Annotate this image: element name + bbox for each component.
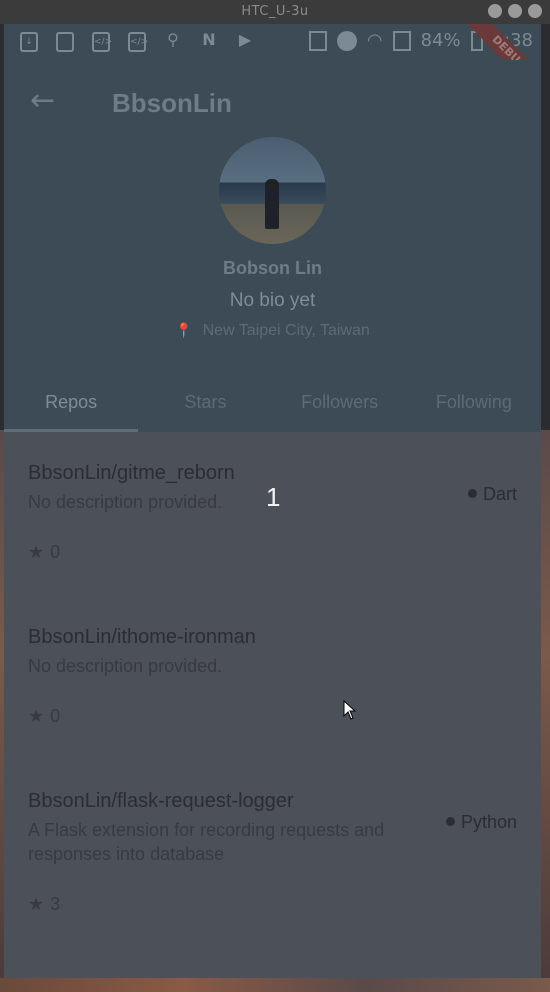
tab-followers[interactable]: Followers	[273, 378, 407, 432]
repo-description: A Flask extension for recording requests…	[28, 820, 385, 864]
tap-counter-overlay: 1	[266, 482, 281, 512]
repo-list-item[interactable]: BbsonLin/ithome-ironman No description p…	[4, 596, 541, 760]
repo-name: BbsonLin/gitme_reborn	[28, 462, 235, 484]
repo-description: No description provided.	[28, 492, 223, 512]
close-button[interactable]	[528, 4, 542, 18]
notification-icons: ↓ </> </> ⚲ N ▶	[20, 32, 254, 52]
repo-name: BbsonLin/flask-request-logger	[28, 790, 294, 812]
star-count: 3	[50, 894, 61, 914]
avatar	[219, 137, 326, 244]
repo-stars: ★ 0	[28, 542, 60, 563]
emulator-title-bar: HTC_U-3u	[0, 0, 550, 24]
profile-header: ← BbsonLin Bobson Lin No bio yet 📍 New Ta…	[4, 60, 541, 432]
tab-stars[interactable]: Stars	[138, 378, 272, 432]
repo-name: BbsonLin/ithome-ironman	[28, 626, 256, 648]
desktop-background-bottom	[0, 978, 550, 992]
desktop-background-right	[540, 430, 550, 992]
screenshot-icon	[56, 32, 74, 52]
battery-level: 84%	[420, 30, 461, 51]
language-label: Dart	[482, 484, 517, 504]
profile-name: Bobson Lin	[223, 258, 322, 278]
maximize-button[interactable]	[508, 4, 522, 18]
repo-stars: ★ 3	[28, 894, 60, 915]
repo-description: No description provided.	[28, 656, 223, 676]
repo-list-item[interactable]: BbsonLin/flask-request-logger A Flask ex…	[4, 760, 541, 978]
window-title: HTC_U-3u	[241, 4, 309, 19]
download-icon: ↓	[20, 32, 38, 52]
back-button[interactable]: ←	[30, 86, 62, 118]
repo-stars: ★ 0	[28, 706, 60, 727]
language-dot-icon	[467, 489, 477, 498]
minimize-button[interactable]	[488, 4, 502, 18]
language-dot-icon	[445, 817, 455, 826]
phone-screen: ↓ </> </> ⚲ N ▶ ◠ 84% 3:38 DEBUG ← Bbson…	[4, 24, 541, 978]
profile-bio: No bio yet	[229, 290, 316, 311]
tab-repos[interactable]: Repos	[4, 378, 139, 432]
usb-icon: ⚲	[167, 30, 179, 49]
profile-tabs: Repos Stars Followers Following	[4, 378, 541, 432]
tab-following[interactable]: Following	[407, 378, 541, 432]
window-controls	[488, 4, 542, 18]
nfc-icon	[308, 30, 327, 51]
repo-language: Dart	[467, 484, 517, 505]
status-bar: ↓ </> </> ⚲ N ▶ ◠ 84% 3:38 DEBUG	[4, 24, 541, 102]
star-icon: ★	[28, 706, 45, 726]
star-count: 0	[50, 706, 61, 726]
language-label: Python	[460, 812, 517, 832]
wifi-icon: ◠	[366, 30, 383, 51]
arrow-back-icon: ←	[30, 83, 56, 118]
star-icon: ★	[28, 542, 45, 562]
repo-list-item[interactable]: BbsonLin/gitme_reborn No description pro…	[4, 432, 541, 596]
dnd-icon	[336, 30, 357, 51]
repo-language: Python	[445, 812, 517, 833]
repo-list: BbsonLin/gitme_reborn No description pro…	[4, 432, 541, 978]
code-icon: </>	[92, 32, 112, 52]
signal-icon	[392, 30, 411, 51]
star-icon: ★	[28, 894, 45, 914]
profile-location: 📍 New Taipei City, Taiwan	[4, 322, 541, 340]
star-count: 0	[50, 542, 61, 562]
page-title: BbsonLin	[112, 88, 232, 118]
play-store-icon: ▶	[238, 30, 252, 49]
location-text: New Taipei City, Taiwan	[202, 322, 370, 339]
avatar-figure	[265, 179, 279, 229]
code-icon: </>	[128, 32, 148, 52]
app-n-icon: N	[202, 30, 216, 49]
location-pin-icon: 📍	[175, 322, 193, 338]
